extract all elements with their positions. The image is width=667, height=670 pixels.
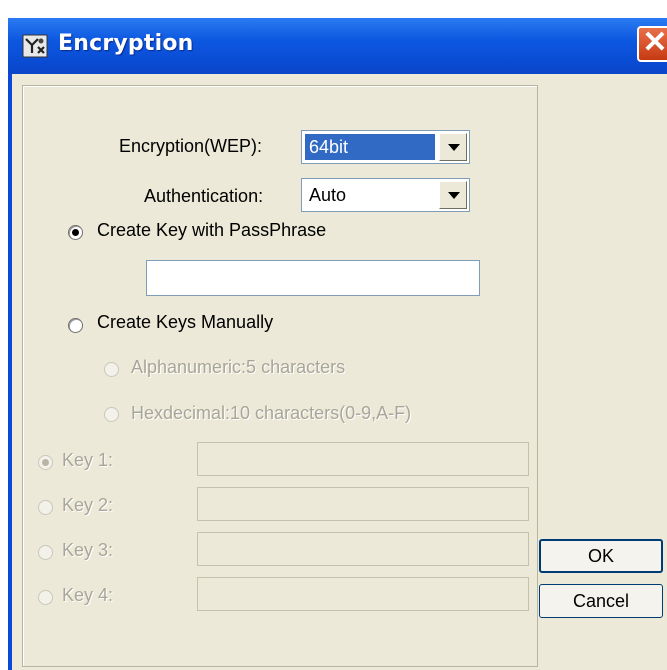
encryption-select[interactable]: 64bit [301, 130, 470, 164]
title-bar[interactable]: Encryption ✕ [8, 18, 667, 74]
authentication-select[interactable]: Auto [301, 178, 470, 212]
chevron-down-icon[interactable] [439, 181, 467, 209]
manual-keys-option-label[interactable]: Create Keys Manually [97, 312, 273, 333]
alphanumeric-radio[interactable] [104, 362, 119, 377]
hexadecimal-option-label: Hexdecimal:10 characters(0-9,A-F) [131, 403, 412, 423]
manual-keys-radio[interactable] [68, 318, 83, 333]
key-3-radio[interactable] [38, 545, 53, 560]
key-4-radio[interactable] [38, 590, 53, 605]
close-icon: ✕ [642, 26, 667, 59]
hexadecimal-radio[interactable] [104, 407, 119, 422]
passphrase-input[interactable] [146, 260, 480, 296]
authentication-select-value: Auto [309, 185, 347, 205]
key-1-label: Key 1: [62, 450, 114, 470]
key-2-input[interactable] [197, 487, 529, 521]
key-2-label: Key 2: [62, 495, 114, 515]
key-1-radio[interactable] [38, 455, 53, 470]
key-2-radio[interactable] [38, 500, 53, 515]
dialog-body: Encryption(WEP): 64bit Authentication: A… [12, 74, 667, 670]
ok-button[interactable]: OK [539, 539, 663, 573]
cancel-button[interactable]: Cancel [539, 584, 663, 618]
key-3-label: Key 3: [62, 540, 114, 560]
key-4-label: Key 4: [62, 585, 114, 605]
key-4-input[interactable] [197, 577, 529, 611]
wireless-network-icon [22, 34, 48, 58]
key-3-input[interactable] [197, 532, 529, 566]
chevron-down-icon[interactable] [439, 133, 467, 161]
close-button[interactable]: ✕ [637, 26, 667, 62]
key-1-input[interactable] [197, 442, 529, 476]
encryption-label: Encryption(WEP): [119, 136, 263, 156]
window-title: Encryption [58, 31, 194, 56]
alphanumeric-option-label: Alphanumeric:5 characters [131, 357, 346, 377]
passphrase-option-label[interactable]: Create Key with PassPhrase [97, 220, 326, 241]
encryption-dialog: Encryption ✕ Encryption(WEP): 64bit Auth… [8, 18, 667, 670]
authentication-label: Authentication: [144, 186, 264, 206]
passphrase-radio[interactable] [68, 225, 83, 240]
encryption-select-value: 64bit [305, 134, 435, 160]
